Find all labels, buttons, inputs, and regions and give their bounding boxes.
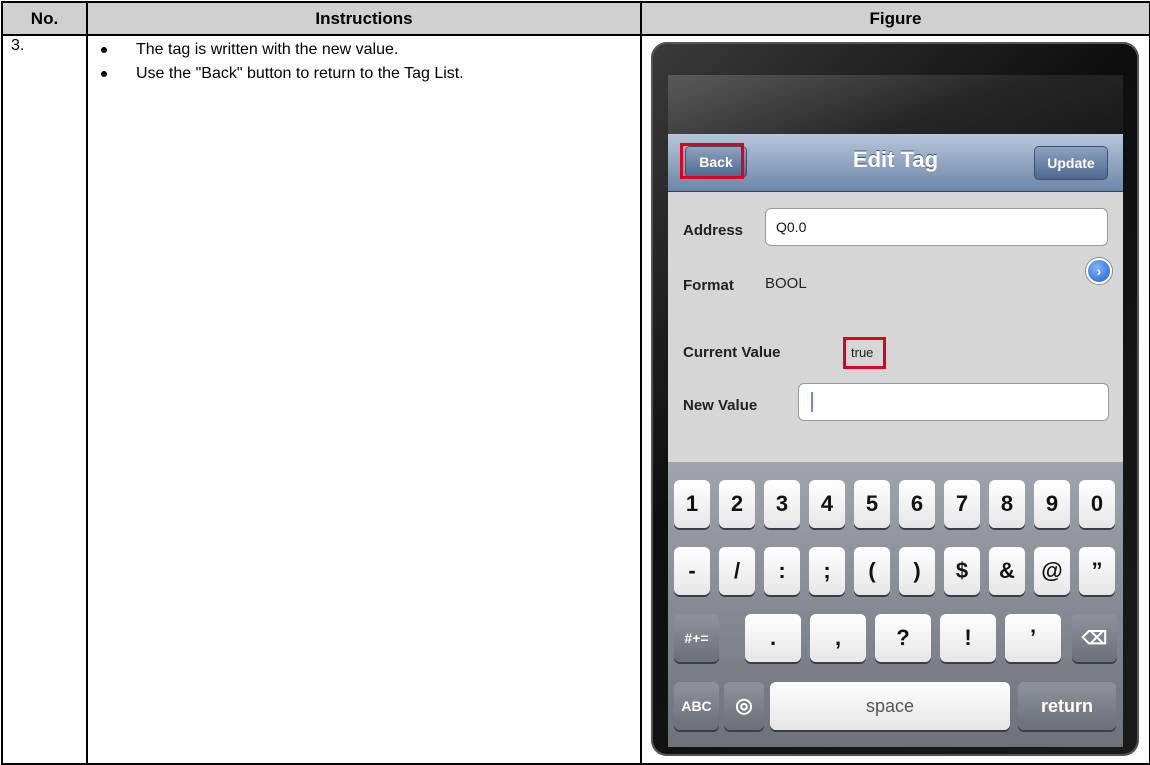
bullet-icon bbox=[101, 71, 107, 77]
update-button[interactable]: Update bbox=[1034, 146, 1108, 180]
header-no: No. bbox=[1, 1, 88, 36]
key-comma[interactable]: , bbox=[810, 614, 866, 662]
phone-screen: Back Edit Tag Update Address Q0.0 Format… bbox=[668, 75, 1123, 747]
new-value-field[interactable] bbox=[798, 383, 1109, 421]
key-ampersand[interactable]: & bbox=[989, 547, 1025, 595]
disclosure-icon[interactable]: › bbox=[1086, 258, 1112, 284]
header-instructions: Instructions bbox=[86, 1, 642, 36]
key-open-paren[interactable]: ( bbox=[854, 547, 890, 595]
key-2[interactable]: 2 bbox=[719, 480, 755, 528]
instruction-text: Use the "Back" button to return to the T… bbox=[136, 65, 464, 82]
key-period[interactable]: . bbox=[745, 614, 801, 662]
key-question[interactable]: ? bbox=[875, 614, 931, 662]
edit-tag-form: Address Q0.0 Format BOOL › Current Value… bbox=[668, 192, 1123, 462]
key-5[interactable]: 5 bbox=[854, 480, 890, 528]
key-return[interactable]: return bbox=[1018, 682, 1116, 730]
status-bar bbox=[668, 75, 1123, 134]
key-at[interactable]: @ bbox=[1034, 547, 1070, 595]
globe-icon[interactable]: ◎ bbox=[724, 682, 764, 730]
key-1[interactable]: 1 bbox=[674, 480, 710, 528]
key-apostrophe[interactable]: ’ bbox=[1005, 614, 1061, 662]
key-0[interactable]: 0 bbox=[1079, 480, 1115, 528]
key-slash[interactable]: / bbox=[719, 547, 755, 595]
key-6[interactable]: 6 bbox=[899, 480, 935, 528]
backspace-icon[interactable]: ⌫ bbox=[1072, 614, 1117, 662]
address-field[interactable]: Q0.0 bbox=[765, 208, 1108, 246]
keyboard: 1 2 3 4 5 6 7 8 9 0 - / : ; () $ & @ ” … bbox=[668, 462, 1123, 747]
current-value-highlight bbox=[843, 337, 886, 369]
navigation-bar: Back Edit Tag Update bbox=[668, 134, 1123, 192]
step-number: 3. bbox=[1, 34, 88, 765]
text-cursor bbox=[811, 392, 813, 412]
phone-frame: Back Edit Tag Update Address Q0.0 Format… bbox=[651, 42, 1139, 756]
key-colon[interactable]: : bbox=[764, 547, 800, 595]
figure-cell: Back Edit Tag Update Address Q0.0 Format… bbox=[640, 34, 1150, 765]
key-4[interactable]: 4 bbox=[809, 480, 845, 528]
instruction-item: The tag is written with the new value. bbox=[98, 39, 576, 60]
key-abc[interactable]: ABC bbox=[674, 682, 719, 730]
format-label: Format bbox=[683, 277, 734, 294]
instruction-table: No. Instructions Figure 3. The tag is wr… bbox=[1, 1, 1150, 765]
key-8[interactable]: 8 bbox=[989, 480, 1025, 528]
key-9[interactable]: 9 bbox=[1034, 480, 1070, 528]
bullet-icon bbox=[101, 47, 107, 53]
key-7[interactable]: 7 bbox=[944, 480, 980, 528]
key-close-paren[interactable]: ) bbox=[899, 547, 935, 595]
header-figure: Figure bbox=[640, 1, 1150, 36]
key-dollar[interactable]: $ bbox=[944, 547, 980, 595]
address-label: Address bbox=[683, 222, 744, 239]
table-header-row: No. Instructions Figure bbox=[1, 1, 1150, 36]
key-semicolon[interactable]: ; bbox=[809, 547, 845, 595]
instruction-item: Use the "Back" button to return to the T… bbox=[98, 63, 576, 84]
key-minus[interactable]: - bbox=[674, 547, 710, 595]
instructions-cell: The tag is written with the new value. U… bbox=[86, 34, 642, 765]
key-more-symbols[interactable]: #+= bbox=[674, 614, 719, 662]
new-value-label: New Value bbox=[683, 397, 758, 414]
table-row: 3. The tag is written with the new value… bbox=[1, 34, 1150, 765]
key-exclamation[interactable]: ! bbox=[940, 614, 996, 662]
instruction-text: The tag is written with the new value. bbox=[136, 41, 399, 58]
key-quote[interactable]: ” bbox=[1079, 547, 1115, 595]
key-3[interactable]: 3 bbox=[764, 480, 800, 528]
current-value-label: Current Value bbox=[683, 344, 781, 361]
key-space[interactable]: space bbox=[770, 682, 1010, 730]
format-value: BOOL bbox=[765, 275, 807, 292]
